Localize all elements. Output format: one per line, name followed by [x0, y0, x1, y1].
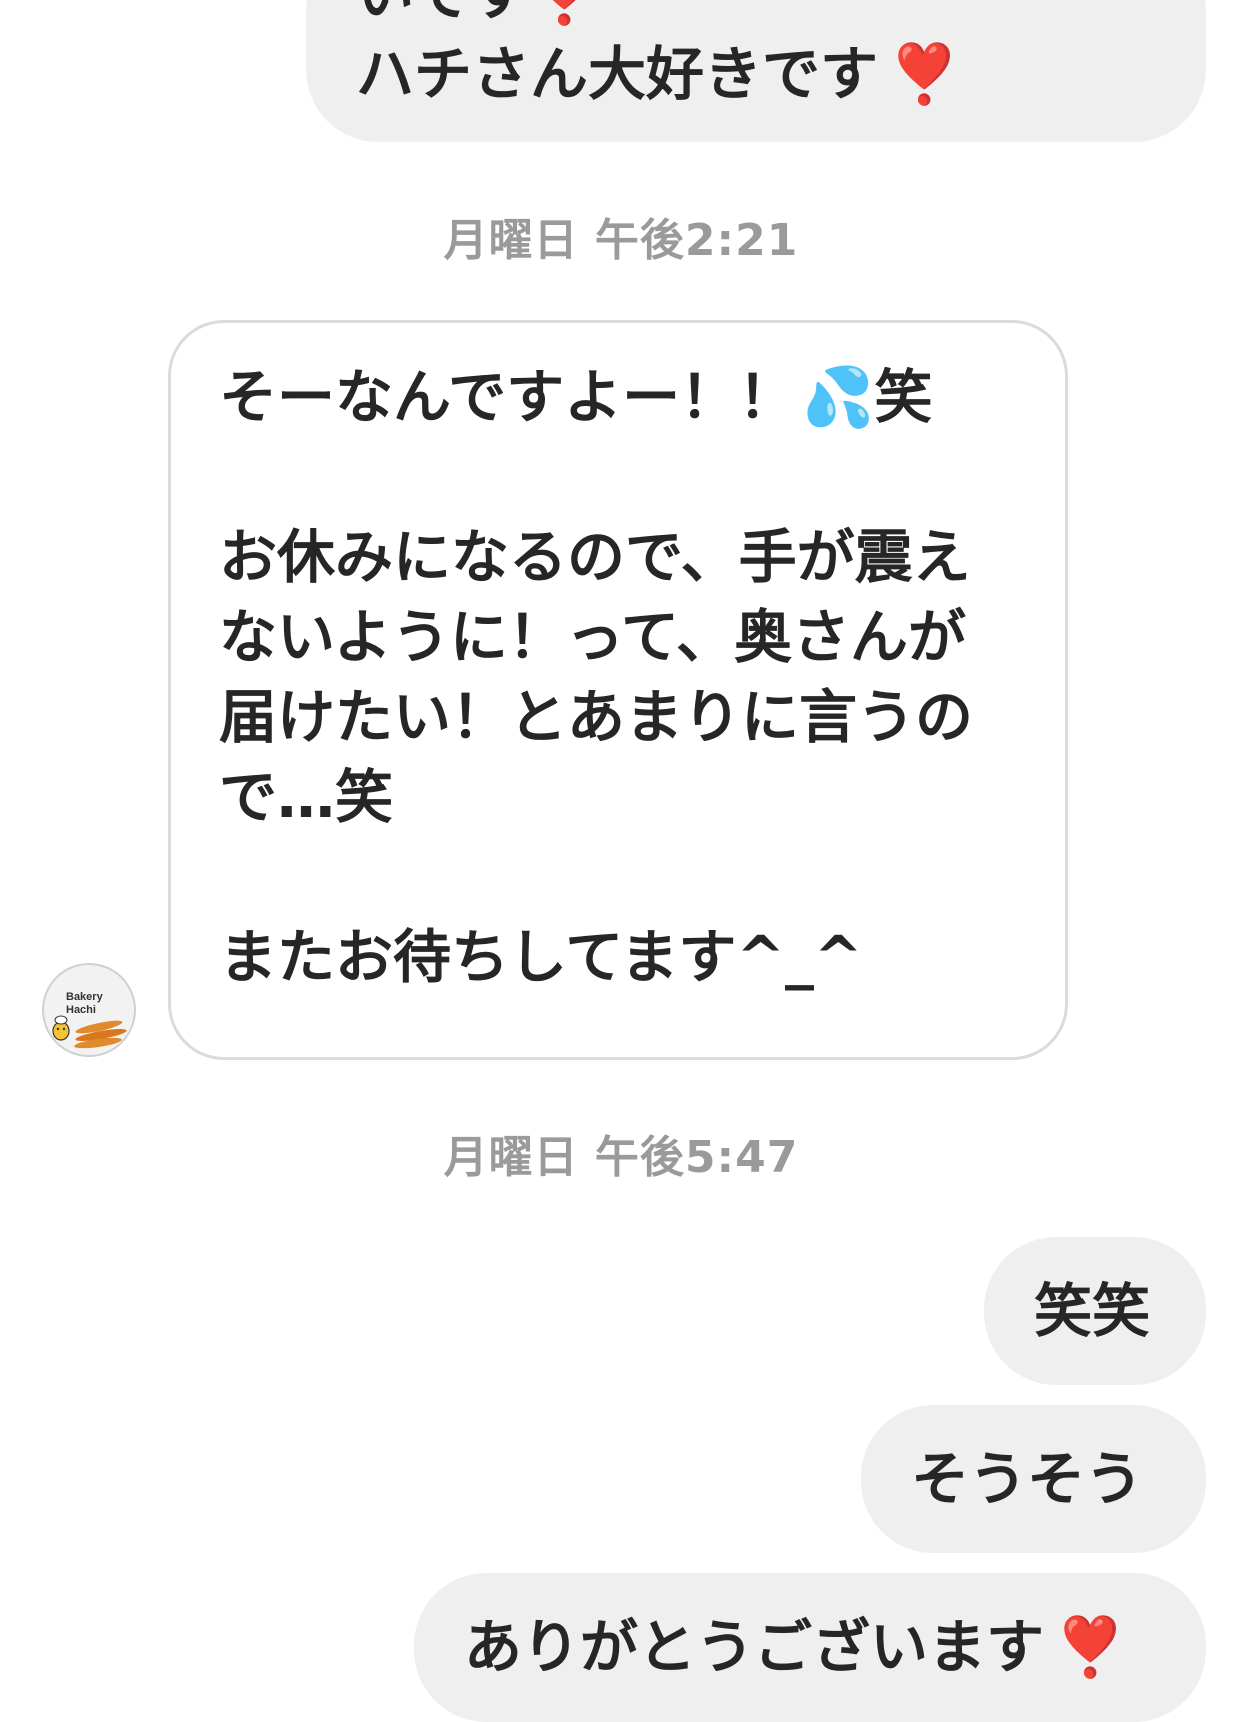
message-line-tail: 笑	[874, 363, 933, 431]
message-text: ハチさん大好きです ❣️	[356, 34, 1206, 114]
message-line-text: そーなんですよー！！	[219, 363, 797, 431]
timestamp: 月曜日 午後2:21	[443, 215, 799, 266]
message-text: そうそう	[911, 1445, 1144, 1513]
message-line: またお待ちしてます^_^	[219, 923, 863, 991]
heart-exclamation-icon: ❣️	[888, 40, 961, 108]
outgoing-message-bubble[interactable]: そうそう	[861, 1405, 1206, 1553]
message-partial-line: いです❣️	[356, 0, 1206, 34]
message-line: そーなんですよー！！ 💦笑	[219, 357, 1065, 437]
message-line: 届けたい！とあまりに言うの	[219, 683, 974, 751]
sender-avatar[interactable]: Bakery Hachi	[42, 963, 136, 1057]
incoming-message-bubble[interactable]: そーなんですよー！！ 💦笑 お休みになるので、手が震え ないように！って、奥さんが…	[168, 320, 1068, 1060]
message-text: 笑笑	[1034, 1277, 1151, 1345]
message-text: ありがとうございます ❣️	[464, 1607, 1206, 1687]
heart-exclamation-icon: ❣️	[1054, 1613, 1127, 1681]
message-text-content: ありがとうございます	[464, 1613, 1045, 1681]
message-line: で…笑	[219, 763, 394, 831]
outgoing-message-bubble[interactable]: 笑笑	[984, 1237, 1206, 1385]
sweat-droplets-icon: 💦	[802, 363, 875, 431]
message-text-content: ハチさん大好きです	[356, 40, 879, 108]
timestamp: 月曜日 午後5:47	[443, 1132, 799, 1183]
bakery-bread-icon	[52, 1015, 127, 1049]
outgoing-message-bubble[interactable]: いです❣️ ハチさん大好きです❣️	[306, 0, 1206, 142]
message-line: ないように！って、奥さんが	[219, 603, 967, 671]
message-line: お休みになるので、手が震え	[219, 523, 971, 591]
outgoing-message-bubble[interactable]: ありがとうございます ❣️	[414, 1573, 1206, 1722]
